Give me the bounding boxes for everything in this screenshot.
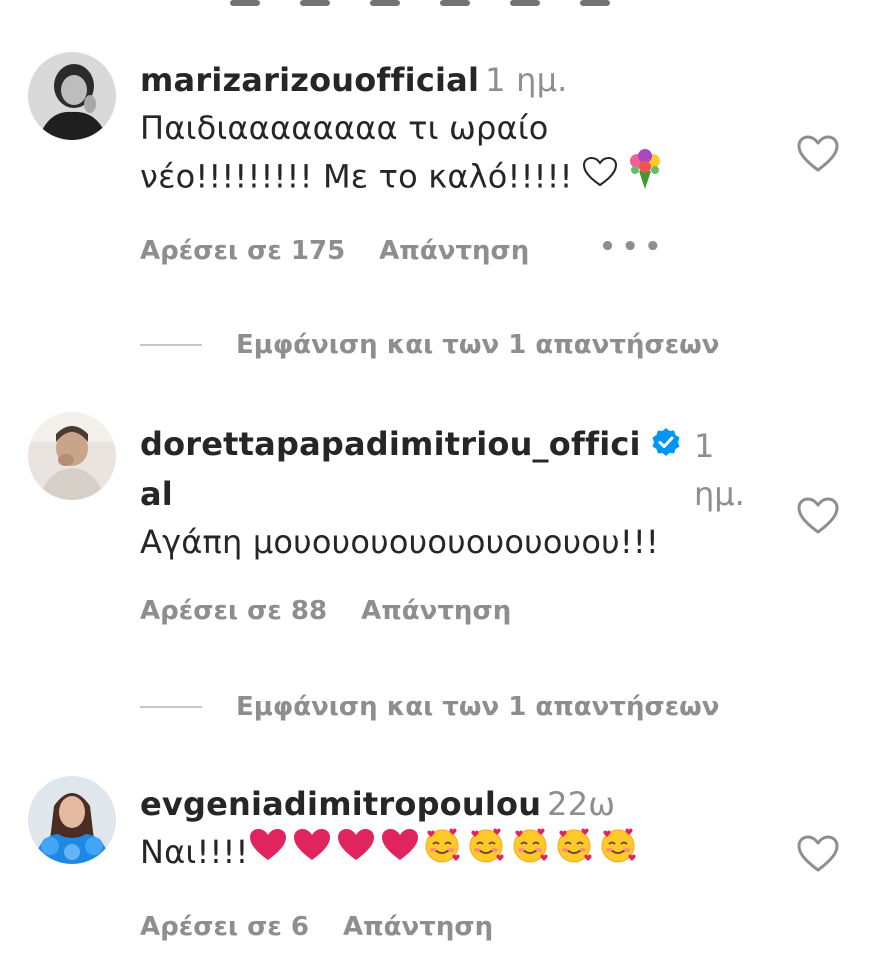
reply-button[interactable]: Απάντηση [343,912,493,942]
smiling-face-with-hearts-emoji [511,826,549,877]
divider [140,344,202,346]
comment-text: Παιδιαααααααα τι ωραίο [140,109,549,147]
reply-button[interactable]: Απάντηση [361,596,511,626]
reply-button[interactable]: Απάντηση [379,236,529,266]
likes-count[interactable]: Αρέσει σε 88 [140,596,327,626]
smiling-face-with-hearts-emoji [467,826,505,877]
white-heart-emoji [583,152,618,200]
divider [140,706,202,708]
more-options-icon[interactable]: ••• [599,232,667,262]
comment-text: νέο!!!!!!!!! Με το καλό!!!!! [140,157,573,196]
comment-body: marizarizouofficial 1 ημ. Παιδιαααααααα τ… [140,56,780,205]
username[interactable]: dorettapapadimitriou_offici [140,425,641,463]
like-heart-icon[interactable] [796,496,840,536]
comment-body: evgeniadimitropoulou 22ω Ναι!!!! [140,780,780,880]
smiling-face-with-hearts-emoji [599,826,637,877]
likes-count[interactable]: Αρέσει σε 6 [140,912,309,942]
username[interactable]: marizarizouofficial [140,61,479,99]
view-replies-button[interactable]: Εμφάνιση και των 1 απαντήσεων [140,330,820,360]
timestamp[interactable]: 22ω [547,785,615,823]
timestamp[interactable]: 1 ημ. [694,422,745,518]
view-replies-button[interactable]: Εμφάνιση και των 1 απαντήσεων [140,692,820,722]
smiling-face-with-hearts-emoji [555,826,593,877]
likes-count[interactable]: Αρέσει σε 175 [140,236,345,266]
username[interactable]: evgeniadimitropoulou [140,785,541,823]
verified-badge-icon [651,422,681,470]
red-heart-emoji [337,827,375,875]
previous-comment-fragment [230,0,690,6]
timestamp[interactable]: 1 ημ. [485,61,567,99]
avatar[interactable] [28,412,116,500]
comment-text: Ναι!!!! [140,833,249,871]
comment-text: Αγάπη μουουουουουουουουου!!! [140,523,659,561]
red-heart-emoji [293,827,331,875]
username[interactable]: al [140,475,173,513]
avatar[interactable] [28,776,116,864]
view-replies-label: Εμφάνιση και των 1 απαντήσεων [236,692,720,722]
view-replies-label: Εμφάνιση και των 1 απαντήσεων [236,330,720,360]
bouquet-emoji [627,149,663,202]
like-heart-icon[interactable] [796,134,840,174]
comment-actions: Αρέσει σε 6 Απάντηση [140,912,780,942]
red-heart-emoji [249,827,287,875]
smiling-face-with-hearts-emoji [423,826,461,877]
avatar[interactable] [28,52,116,140]
comment-actions: Αρέσει σε 88 Απάντηση [140,596,780,626]
comment-actions: Αρέσει σε 175 Απάντηση ••• [140,232,780,266]
comment-body: dorettapapadimitriou_offici al Αγάπη μου… [140,420,780,566]
like-heart-icon[interactable] [796,834,840,874]
red-heart-emoji [381,827,419,875]
